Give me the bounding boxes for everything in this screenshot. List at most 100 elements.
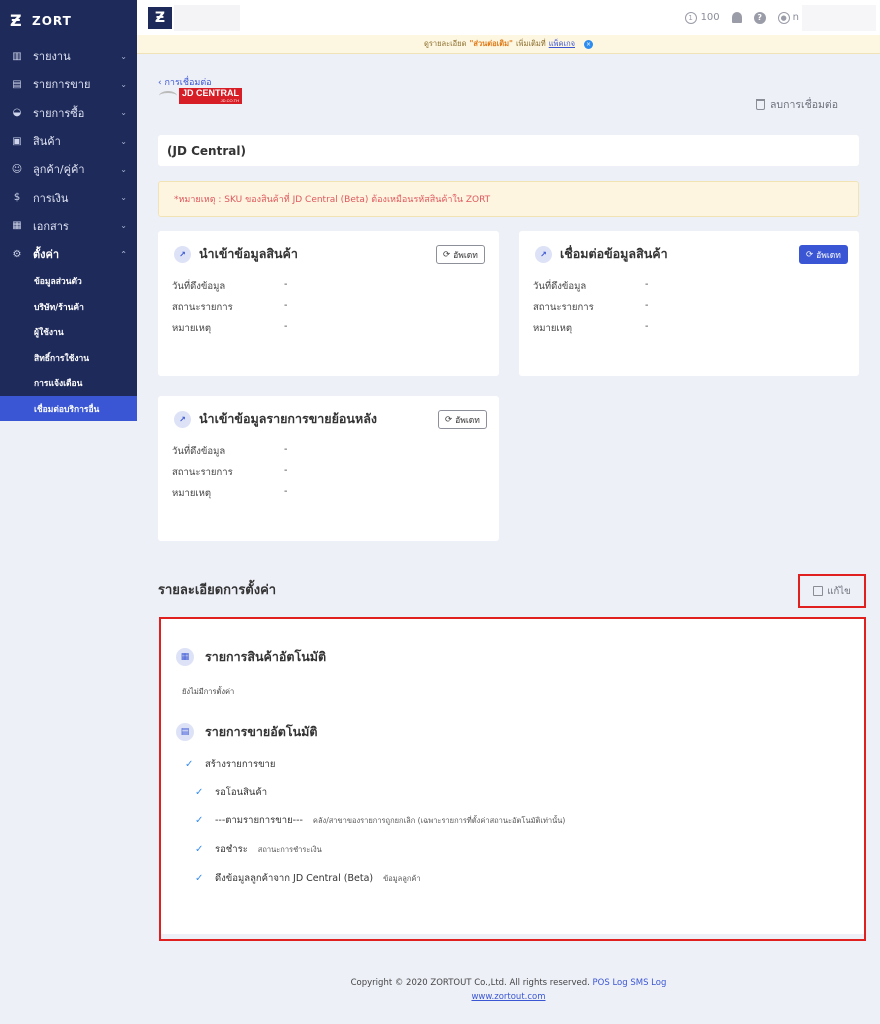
row-label: วันที่ดึงข้อมูล: [533, 281, 587, 292]
brand[interactable]: Ƶ ZORT: [0, 0, 137, 42]
connection-name: (JD Central): [158, 135, 859, 166]
edit-icon: [813, 586, 824, 596]
notice-text: เพิ่มเติมที่: [515, 39, 546, 48]
sidebar-item-label: เอกสาร: [33, 219, 69, 233]
check-icon: ✓: [195, 844, 204, 855]
update-button[interactable]: ⟳ อัพเดท: [436, 245, 485, 264]
chevron-down-icon: ⌄: [120, 193, 127, 203]
check-icon: ✓: [195, 787, 204, 798]
card-title-text: เชื่อมต่อข้อมูลสินค้า: [560, 246, 668, 261]
row-value: -: [284, 279, 288, 290]
setting-pull-customer: ✓ ดึงข้อมูลลูกค้าจาก JD Central (Beta) ข…: [195, 871, 421, 886]
close-icon[interactable]: ×: [584, 39, 594, 49]
gear-icon: ⚙: [12, 248, 22, 260]
setting-by-order: ✓ ---ตามรายการขาย--- คลัง/สาขาของรายการถ…: [195, 813, 565, 828]
row-pulled: วันที่ดึงข้อมูล -: [533, 279, 648, 294]
brand-name: ZORT: [32, 14, 72, 28]
footer-link-sms-log[interactable]: SMS Log: [630, 978, 666, 988]
setting-label: รอชำระ: [215, 844, 248, 855]
auto-products-title: รายการสินค้าอัตโนมัติ: [205, 649, 327, 664]
logo-text: JD CENTRAL: [182, 88, 240, 98]
bar-chart-icon: ▥: [12, 50, 22, 62]
settings-panel: ▦ รายการสินค้าอัตโนมัติ ยังไม่มีการตั้งค…: [159, 617, 866, 941]
row-label: หมายเหตุ: [172, 323, 212, 334]
row-note: หมายเหตุ -: [533, 321, 648, 336]
chevron-down-icon: ⌄: [120, 136, 127, 146]
chevron-down-icon: ⌄: [120, 221, 127, 231]
chevron-down-icon: ⌄: [120, 164, 127, 174]
refresh-icon: ⟳: [806, 249, 814, 260]
setting-await-transfer: ✓ รอโอนสินค้า: [195, 785, 267, 800]
bell-icon[interactable]: [731, 12, 742, 23]
row-label: สถานะรายการ: [533, 302, 594, 313]
people-icon: ☺: [11, 163, 23, 175]
edit-button[interactable]: แก้ไข: [798, 574, 866, 608]
sidebar-subitem-company[interactable]: บริษัท/ร้านค้า: [0, 294, 137, 320]
update-button[interactable]: ⟳ อัพเดท: [799, 245, 848, 264]
topbar: Ƶ 1 100 ? ● n: [137, 0, 880, 35]
footer: Copyright © 2020 ZORTOUT Co.,Ltd. All ri…: [137, 976, 880, 1004]
sidebar-subitem-notifications[interactable]: การแจ้งเตือน: [0, 370, 137, 396]
back-link[interactable]: ‹ การเชื่อมต่อ: [158, 75, 212, 89]
help-icon[interactable]: ?: [753, 11, 766, 24]
user-menu[interactable]: ● n: [777, 4, 876, 31]
auto-orders-heading: ▤ รายการขายอัตโนมัติ: [176, 722, 318, 742]
auto-orders-title: รายการขายอัตโนมัติ: [205, 724, 318, 739]
row-value: -: [284, 321, 288, 332]
card-title-text: นำเข้าข้อมูลสินค้า: [199, 246, 298, 261]
sidebar-item-settings[interactable]: ⚙ ตั้งค่า ⌃: [0, 240, 137, 268]
setting-detail: คลัง/สาขาของรายการถูกยกเลิก (เฉพาะรายการ…: [312, 815, 566, 825]
package-notice: ดูรายละเอียด "ส่วนต่อเติม" เพิ่มเติมที่ …: [137, 35, 880, 54]
unlink-button[interactable]: ลบการเชื่อมต่อ: [756, 96, 838, 113]
sidebar-item-label: รายการซื้อ: [33, 106, 85, 120]
row-label: วันที่ดึงข้อมูล: [172, 446, 226, 457]
refresh-icon: ⟳: [443, 249, 451, 260]
credits[interactable]: 1 100: [684, 11, 720, 24]
sidebar-item-reports[interactable]: ▥ รายงาน ⌄: [0, 42, 137, 70]
check-icon: ✓: [185, 759, 194, 770]
row-status: สถานะรายการ -: [533, 300, 648, 315]
logo-subtext: JD.CO.TH: [220, 98, 240, 103]
zort-logo-icon[interactable]: Ƶ: [148, 6, 172, 29]
footer-link-log[interactable]: Log: [612, 978, 627, 988]
sidebar-subitem-permissions[interactable]: สิทธิ์การใช้งาน: [0, 345, 137, 371]
chevron-down-icon: ⌄: [120, 51, 127, 61]
footer-link-pos[interactable]: POS: [593, 978, 610, 988]
basket-icon: ◒: [12, 107, 22, 119]
card-title: ↗ เชื่อมต่อข้อมูลสินค้า: [535, 244, 668, 264]
sidebar-item-sales[interactable]: ▤ รายการขาย ⌄: [0, 70, 137, 98]
row-value: -: [284, 300, 288, 311]
update-label: อัพเดท: [455, 415, 480, 426]
setting-label: สร้างรายการขาย: [205, 759, 276, 770]
row-value: -: [645, 321, 649, 332]
update-button[interactable]: ⟳ อัพเดท: [438, 410, 487, 429]
credit-icon: 1: [684, 11, 697, 24]
sidebar-item-contacts[interactable]: ☺ ลูกค้า/คู่ค้า ⌄: [0, 155, 137, 183]
sku-warning: *หมายเหตุ : SKU ของสินค้าที่ JD Central …: [158, 181, 859, 217]
row-value: -: [284, 444, 288, 455]
edit-label: แก้ไข: [827, 585, 851, 597]
sidebar-item-label: ตั้งค่า: [33, 248, 60, 262]
auto-products-heading: ▦ รายการสินค้าอัตโนมัติ: [176, 647, 326, 667]
sidebar-item-finance[interactable]: $ การเงิน ⌄: [0, 183, 137, 211]
footer-site-link[interactable]: www.zortout.com: [137, 990, 880, 1004]
sidebar-item-label: การเงิน: [33, 191, 69, 205]
topbar-actions: 1 100 ? ● n: [684, 4, 880, 31]
zort-logo-icon: Ƶ: [10, 11, 22, 30]
sidebar-subitem-profile[interactable]: ข้อมูลส่วนตัว: [0, 268, 137, 294]
calendar-icon: ▦: [176, 648, 194, 666]
sidebar-item-purchases[interactable]: ◒ รายการซื้อ ⌄: [0, 99, 137, 127]
setting-detail: สถานะการชำระเงิน: [257, 844, 322, 854]
card-import-orders: ↗ นำเข้าข้อมูลรายการขายย้อนหลัง ⟳ อัพเดท…: [158, 396, 499, 541]
sidebar-item-documents[interactable]: ▦ เอกสาร ⌄: [0, 212, 137, 240]
user-icon: ●: [777, 11, 790, 24]
setting-label: ---ตามรายการขาย---: [215, 815, 303, 826]
sidebar-item-products[interactable]: ▣ สินค้า ⌄: [0, 127, 137, 155]
trend-chart-icon: ↗: [174, 245, 191, 263]
sidebar-subitem-users[interactable]: ผู้ใช้งาน: [0, 319, 137, 345]
row-pulled: วันที่ดึงข้อมูล -: [172, 279, 287, 294]
sidebar-subitem-integrations[interactable]: เชื่อมต่อบริการอื่น: [0, 395, 137, 422]
package-link[interactable]: แพ็คเกจ: [549, 38, 575, 50]
card-import-products: ↗ นำเข้าข้อมูลสินค้า ⟳ อัพเดท วันที่ดึงข…: [158, 231, 499, 376]
copyright-text: Copyright © 2020 ZORTOUT Co.,Ltd. All ri…: [350, 978, 590, 988]
